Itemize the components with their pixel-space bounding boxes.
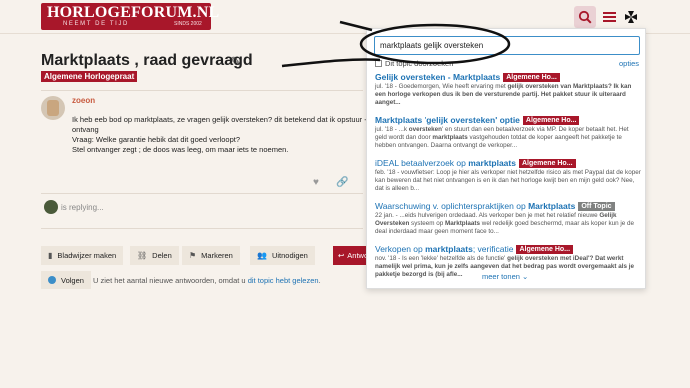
search-result[interactable]: iDEAL betaalverzoek op marktplaats Algeme… (375, 158, 641, 193)
post-line: ontvang (72, 125, 99, 134)
replying-status: is replying... (61, 203, 104, 212)
divider (41, 228, 363, 229)
link-icon[interactable]: 🔗 (336, 177, 348, 188)
this-topic-checkbox[interactable] (375, 60, 382, 67)
logo-text: HORLOGEFORUM.NL (47, 4, 220, 21)
result-title[interactable]: iDEAL betaalverzoek op marktplaats (375, 158, 516, 168)
search-options-row: Dit topic doorzoeken opties (375, 59, 639, 69)
show-more-link[interactable]: meer tonen ⌄ (482, 272, 528, 281)
search-icon (578, 10, 592, 24)
post-username[interactable]: zoeon (72, 96, 95, 105)
follow-note: U ziet het aantal nieuwe antwoorden, omd… (93, 276, 321, 285)
result-category-badge[interactable]: Algemene Ho... (516, 245, 574, 254)
result-blurb: feb. '18 - vouwfietser: Loop je hier als… (375, 169, 641, 192)
bookmark-label: Bladwijzer maken (57, 251, 117, 260)
result-blurb: jul. '18 - Goedemorgen, Wie heeft ervari… (375, 83, 632, 106)
category-badge[interactable]: Algemene Horlogepraat (41, 71, 138, 82)
post-line: Stel ontvanger zegt ; de doos was leeg, … (72, 145, 289, 154)
avatar[interactable] (41, 96, 65, 120)
result-category-badge[interactable]: Algemene Ho... (518, 159, 576, 168)
search-result[interactable]: Waarschuwing v. oplichterspraktijken op … (375, 201, 641, 236)
share-label: Delen (152, 251, 172, 260)
result-title[interactable]: Verkopen op marktplaats; verificatie (375, 244, 513, 254)
result-title-row[interactable]: Verkopen op marktplaats; verificatie Alge… (375, 244, 641, 255)
site-logo[interactable]: HORLOGEFORUM.NL NEEMT DE TIJD SINDS 2002 (41, 3, 219, 30)
post-body: Ik heb eeb bod op marktplaats, ze vragen… (72, 115, 368, 155)
like-heart-icon[interactable]: ♥ (313, 177, 319, 188)
post-line: Ik heb eeb bod op marktplaats, ze vragen… (72, 115, 368, 124)
read-topic-link[interactable]: dit topic hebt gelezen (248, 276, 319, 285)
divider (41, 90, 363, 91)
bookmark-button[interactable]: ▮ Bladwijzer maken (41, 246, 124, 265)
result-blurb: 22 jan. - ...eids hulverigen ordedaad. A… (375, 212, 635, 235)
hamburger-icon (602, 12, 616, 22)
link-icon: ⛓ (137, 251, 148, 260)
search-input[interactable] (374, 36, 640, 55)
search-result[interactable]: Gelijk oversteken - Marktplaats Algemene … (375, 72, 641, 107)
search-result[interactable]: Marktplaats 'gelijk oversteken' optie Alg… (375, 115, 641, 150)
result-title-row[interactable]: Marktplaats 'gelijk oversteken' optie Alg… (375, 115, 641, 126)
search-results: Gelijk oversteken - Marktplaats Algemene … (375, 72, 641, 287)
edit-pencil-icon[interactable]: ✎ (230, 54, 241, 70)
result-category-badge[interactable]: Off Topic (578, 202, 615, 211)
people-icon: 👥 (257, 251, 267, 260)
show-more-label: meer tonen (482, 272, 520, 281)
user-menu-button[interactable] (620, 6, 642, 28)
flag-icon: ⚑ (189, 251, 197, 260)
follow-note-prefix: U ziet het aantal nieuwe antwoorden, omd… (93, 276, 248, 285)
replying-user-avatar (44, 200, 58, 214)
menu-button[interactable] (598, 6, 620, 28)
result-category-badge[interactable]: Algemene Ho... (522, 116, 580, 125)
invite-button[interactable]: 👥 Uitnodigen (250, 246, 315, 265)
bookmark-icon: ▮ (48, 251, 53, 260)
chevron-down-icon: ⌄ (522, 272, 529, 281)
search-dropdown: Dit topic doorzoeken opties Gelijk overs… (366, 28, 646, 289)
post-line: Vraag: Welke garantie hebik dat dit goed… (72, 135, 241, 144)
invite-label: Uitnodigen (271, 251, 308, 260)
result-title[interactable]: Gelijk oversteken - Marktplaats (375, 72, 500, 82)
result-title[interactable]: Waarschuwing v. oplichterspraktijken op … (375, 201, 575, 211)
reply-button[interactable]: ↩ Antwoorden (333, 246, 369, 265)
topic-title[interactable]: Marktplaats , raad gevraagd (41, 52, 253, 70)
result-blurb: jul. '18 - ...k oversteken' en stuurt da… (375, 126, 629, 149)
follow-label: Volgen (61, 275, 84, 285)
result-title-row[interactable]: iDEAL betaalverzoek op marktplaats Algeme… (375, 158, 641, 169)
logo-tagline: NEEMT DE TIJD (63, 21, 129, 27)
flag-button[interactable]: ⚑ Markeren (182, 246, 240, 265)
share-button[interactable]: ⛓ Delen (130, 246, 179, 265)
result-title-row[interactable]: Gelijk oversteken - Marktplaats Algemene … (375, 72, 641, 83)
divider (41, 193, 363, 194)
search-button[interactable] (574, 6, 596, 28)
flag-label: Markeren (201, 251, 233, 260)
follow-button[interactable]: Volgen (41, 271, 91, 289)
logo-since: SINDS 2002 (174, 21, 202, 27)
result-title-row[interactable]: Waarschuwing v. oplichterspraktijken op … (375, 201, 641, 212)
reply-arrow-icon: ↩ (338, 251, 345, 260)
maltese-cross-icon (625, 11, 637, 23)
this-topic-label[interactable]: Dit topic doorzoeken (385, 59, 453, 68)
search-options-link[interactable]: opties (619, 59, 639, 68)
tracking-dot-icon (48, 276, 56, 284)
result-category-badge[interactable]: Algemene Ho... (503, 73, 560, 82)
result-title[interactable]: Marktplaats 'gelijk oversteken' optie (375, 115, 520, 125)
follow-note-suffix: . (318, 276, 321, 285)
